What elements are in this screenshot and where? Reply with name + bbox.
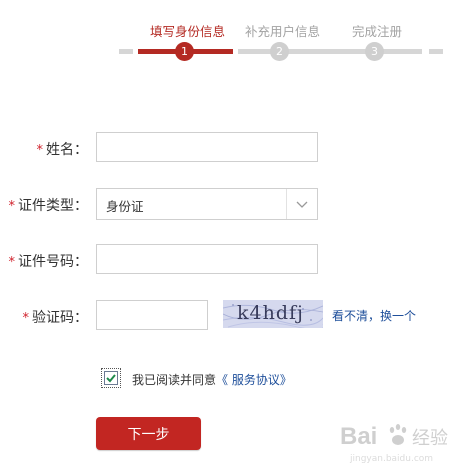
required-mark: * bbox=[36, 143, 44, 158]
step-3-circle: 3 bbox=[365, 42, 384, 61]
captcha-text: k4hdfj bbox=[237, 302, 304, 324]
baidu-logo-icon: Bai 经验 bbox=[340, 423, 448, 450]
captcha-input[interactable] bbox=[96, 300, 208, 330]
agreement-checkbox[interactable] bbox=[101, 368, 121, 388]
step-1-label: 填写身份信息 bbox=[150, 24, 226, 39]
required-mark: * bbox=[8, 255, 16, 270]
chevron-down-icon bbox=[296, 201, 308, 208]
id-number-input[interactable] bbox=[96, 244, 318, 274]
id-type-label: * 证件类型： bbox=[8, 198, 89, 214]
step-progress: 填写身份信息 补充用户信息 完成注册 1 2 3 bbox=[0, 0, 459, 70]
name-label: * 姓名： bbox=[36, 142, 89, 158]
step-1-circle: 1 bbox=[175, 42, 194, 61]
id-type-selected-value: 身份证 bbox=[106, 199, 144, 214]
select-divider bbox=[286, 189, 287, 219]
step-2-circle: 2 bbox=[270, 42, 289, 61]
captcha-label: * 验证码： bbox=[22, 310, 89, 326]
svg-text:经验: 经验 bbox=[412, 428, 448, 449]
checkmark-icon bbox=[106, 374, 116, 383]
captcha-refresh-link[interactable]: 看不清，换一个 bbox=[332, 307, 416, 324]
watermark-url: jingyan.baidu.com bbox=[350, 454, 434, 464]
next-step-button[interactable]: 下一步 bbox=[96, 417, 201, 450]
agreement-text: 我已阅读并同意《 服务协议》 bbox=[132, 373, 292, 387]
id-number-label: * 证件号码： bbox=[8, 254, 89, 270]
id-type-select[interactable]: 身份证 bbox=[96, 188, 318, 220]
name-input[interactable] bbox=[96, 132, 318, 162]
step-track-right bbox=[429, 49, 443, 54]
captcha-image[interactable]: k4hdfj bbox=[223, 300, 323, 328]
step-2-label: 补充用户信息 bbox=[245, 24, 321, 39]
step-track-rest bbox=[238, 49, 422, 54]
step-track-left bbox=[119, 49, 133, 54]
service-agreement-link[interactable]: 《 服务协议》 bbox=[216, 373, 292, 387]
required-mark: * bbox=[22, 311, 30, 326]
required-mark: * bbox=[8, 199, 16, 214]
svg-text:Bai: Bai bbox=[340, 423, 377, 450]
step-3-label: 完成注册 bbox=[352, 24, 403, 39]
baidu-jingyan-watermark: Bai 经验 jingyan.baidu.com bbox=[340, 418, 452, 466]
